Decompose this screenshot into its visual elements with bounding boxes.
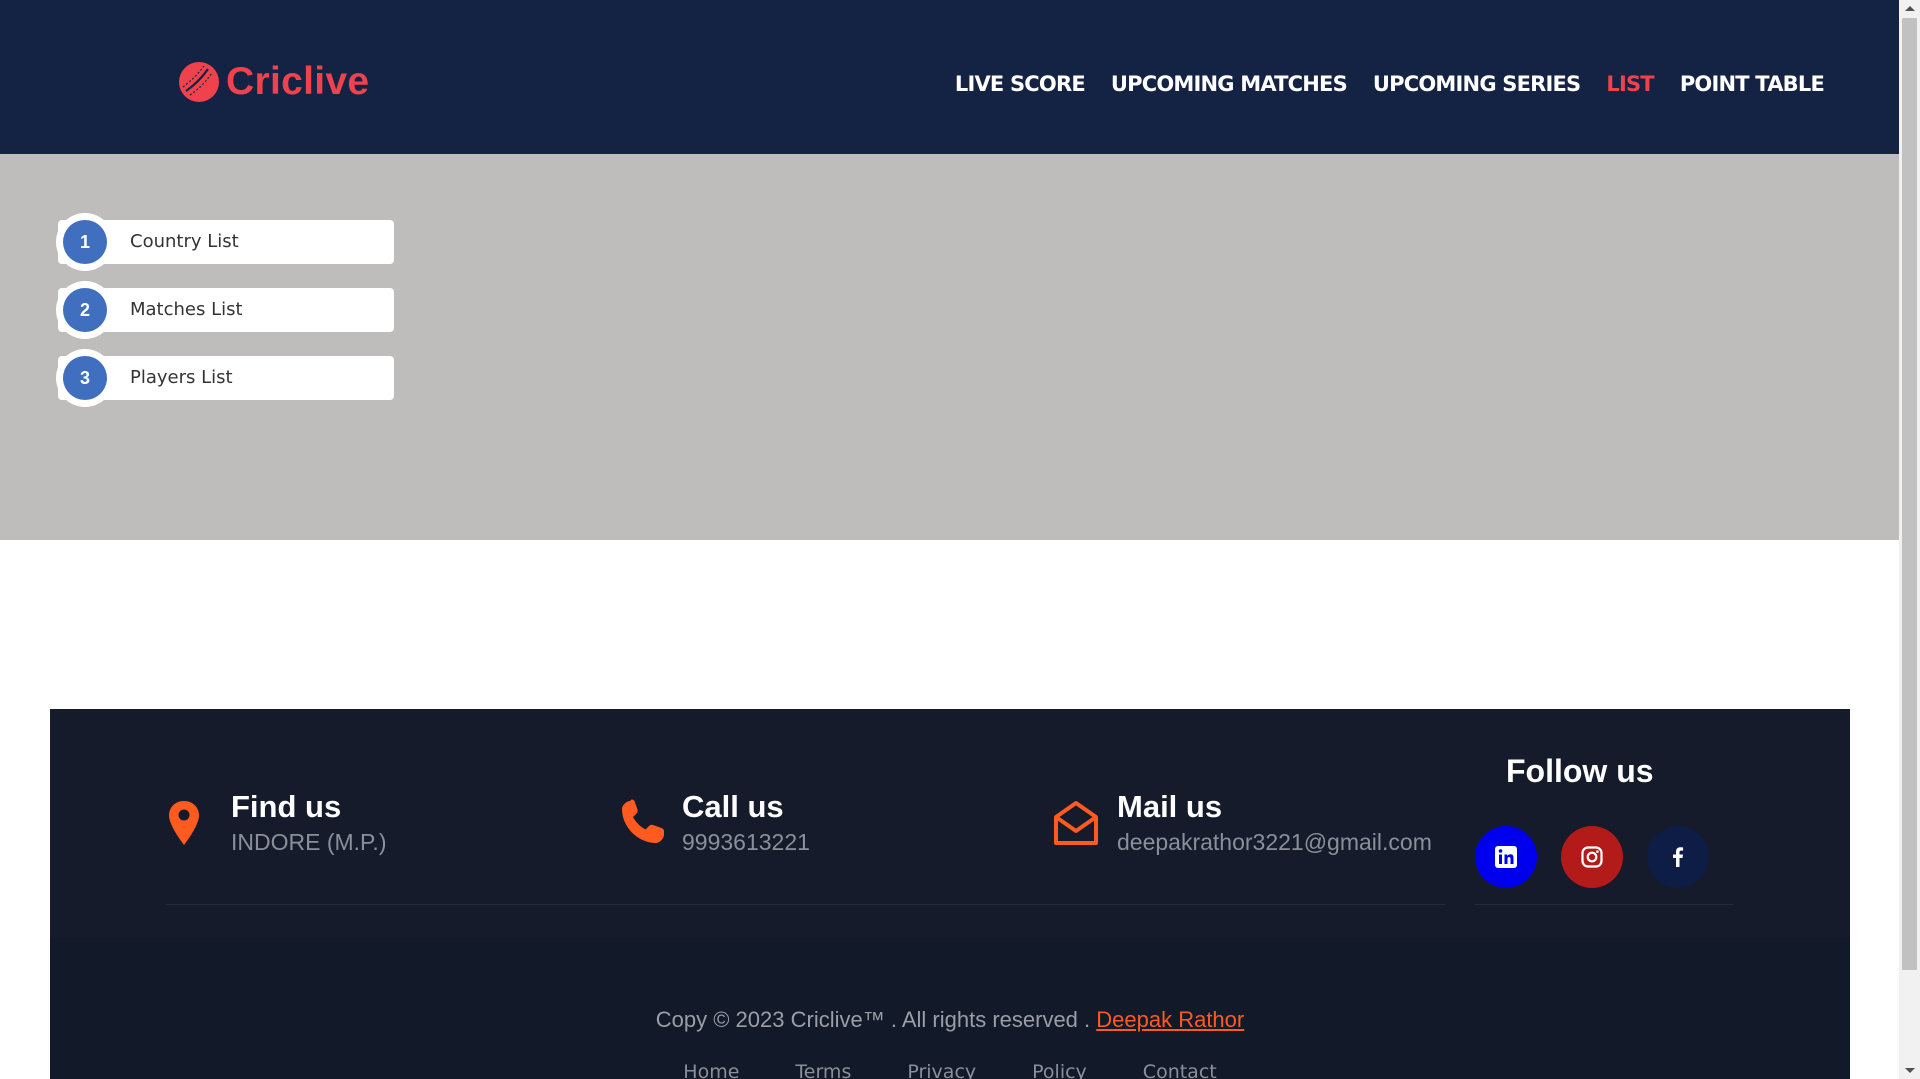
- facebook-button[interactable]: [1647, 826, 1709, 888]
- nav-upcoming-matches[interactable]: UPCOMING MATCHES: [1111, 72, 1348, 96]
- logo[interactable]: Criclive: [178, 60, 369, 104]
- author-link[interactable]: Deepak Rathor: [1096, 1007, 1244, 1032]
- copyright: Copy © 2023 Criclive™ . All rights reser…: [655, 1007, 1245, 1032]
- instagram-icon: [1581, 846, 1603, 868]
- follow-divider: [1474, 904, 1734, 905]
- list-section: 1 Country List 2 Matches List 3 Players …: [0, 154, 1899, 540]
- list-number-badge: 1: [56, 213, 114, 271]
- linkedin-icon: [1495, 846, 1517, 868]
- nav-live-score[interactable]: LIVE SCORE: [955, 72, 1086, 96]
- facebook-icon: [1673, 847, 1684, 867]
- linkedin-button[interactable]: [1475, 826, 1537, 888]
- list-item-label: Players List: [130, 367, 233, 388]
- site-header: Criclive LIVE SCORE UPCOMING MATCHES UPC…: [0, 0, 1899, 154]
- contact-divider: [166, 904, 1446, 905]
- follow-us-title: Follow us: [1506, 753, 1654, 789]
- footer-links: Home Terms Privacy Policy Contact: [50, 1061, 1850, 1079]
- list-item-label: Matches List: [130, 299, 243, 320]
- contact-find-us: Find us INDORE (M.P.): [165, 789, 386, 856]
- nav-point-table[interactable]: POINT TABLE: [1680, 72, 1825, 96]
- phone-icon: [622, 799, 664, 843]
- contact-call-us: Call us 9993613221: [616, 789, 810, 856]
- list-number-badge: 3: [56, 349, 114, 407]
- footer-link-policy[interactable]: Policy: [1032, 1061, 1087, 1079]
- envelope-open-icon: [1054, 801, 1098, 845]
- list-item-country[interactable]: 1 Country List: [56, 213, 394, 271]
- list-item-label: Country List: [130, 231, 239, 252]
- list-menu: 1 Country List 2 Matches List 3 Players …: [56, 213, 394, 424]
- scroll-up-arrow-icon[interactable]: [1905, 6, 1915, 11]
- list-number-badge: 2: [56, 281, 114, 339]
- instagram-button[interactable]: [1561, 826, 1623, 888]
- footer-link-terms[interactable]: Terms: [795, 1061, 851, 1079]
- map-pin-icon: [169, 801, 199, 845]
- footer-link-privacy[interactable]: Privacy: [907, 1061, 976, 1079]
- nav-upcoming-series[interactable]: UPCOMING SERIES: [1373, 72, 1581, 96]
- list-item-players[interactable]: 3 Players List: [56, 349, 394, 407]
- logo-text: Criclive: [226, 60, 370, 103]
- list-item-matches[interactable]: 2 Matches List: [56, 281, 394, 339]
- scroll-down-arrow-icon[interactable]: [1905, 1068, 1915, 1073]
- site-footer: Find us INDORE (M.P.) Call us 9993613221…: [50, 709, 1850, 1079]
- nav-list[interactable]: LIST: [1606, 72, 1654, 96]
- footer-link-home[interactable]: Home: [683, 1061, 739, 1079]
- scrollbar-thumb[interactable]: [1902, 18, 1917, 970]
- contact-mail-us: Mail us deepakrathor3221@gmail.com: [1051, 789, 1432, 856]
- cricket-ball-icon: [179, 62, 219, 102]
- page-scrollbar[interactable]: [1899, 0, 1920, 1079]
- main-nav: LIVE SCORE UPCOMING MATCHES UPCOMING SER…: [955, 72, 1825, 96]
- footer-link-contact[interactable]: Contact: [1143, 1061, 1217, 1079]
